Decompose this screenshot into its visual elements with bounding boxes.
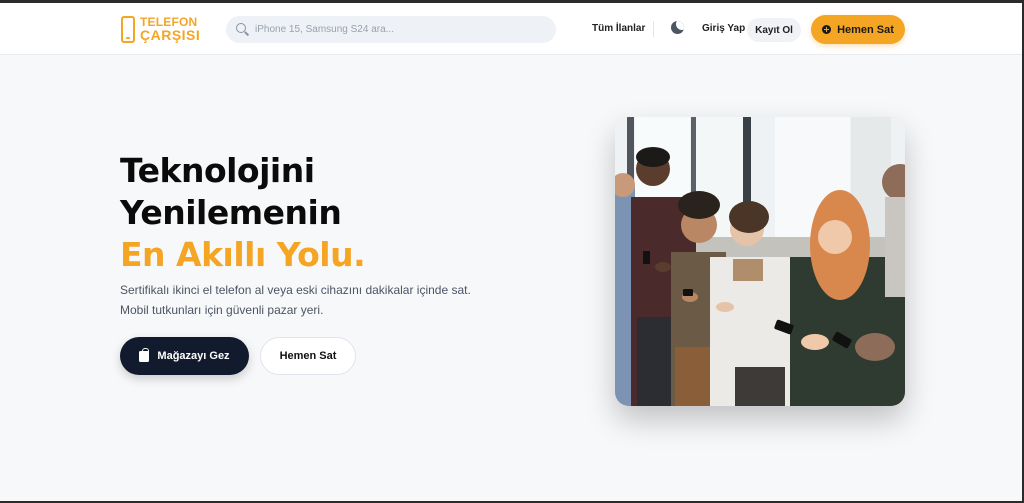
search-input[interactable] [255,24,545,35]
search-icon [236,23,249,36]
brand-logo[interactable]: TELEFON ÇARŞISI [121,14,200,44]
theme-toggle[interactable] [671,21,685,35]
hero-title-line-3: En Akıllı Yolu. [120,235,366,274]
nav-divider [653,21,654,37]
shopping-bag-icon [139,347,150,362]
browse-store-label: Mağazayı Gez [157,350,230,362]
register-button[interactable]: Kayıt Ol [747,18,801,42]
phone-icon [121,15,135,43]
hero-title-line-2: Yenilemenin [120,193,342,232]
sell-now-header-label: Hemen Sat [837,23,894,36]
hero-title-line-1: Teknolojini [120,151,315,190]
sell-now-hero-button[interactable]: Hemen Sat [260,337,356,375]
login-link[interactable]: Giriş Yap [702,23,745,34]
moon-icon [671,21,684,34]
navbar: TELEFON ÇARŞISI Tüm İlanlar Giriş Yap Ka… [0,3,1022,55]
nav-all-listings[interactable]: Tüm İlanlar [592,23,645,34]
sell-now-header-button[interactable]: Hemen Sat [811,15,905,44]
brand-line-2: ÇARŞISI [140,27,201,43]
hero-title: Teknolojini Yenilemenin En Akıllı Yolu. [120,150,366,276]
hero-image [615,117,905,406]
browse-store-button[interactable]: Mağazayı Gez [120,337,249,375]
search-bar[interactable] [226,16,556,43]
brand-name: TELEFON ÇARŞISI [140,16,201,43]
plus-circle-icon [822,25,832,34]
hero-description: Sertifikalı ikinci el telefon al veya es… [120,283,471,317]
